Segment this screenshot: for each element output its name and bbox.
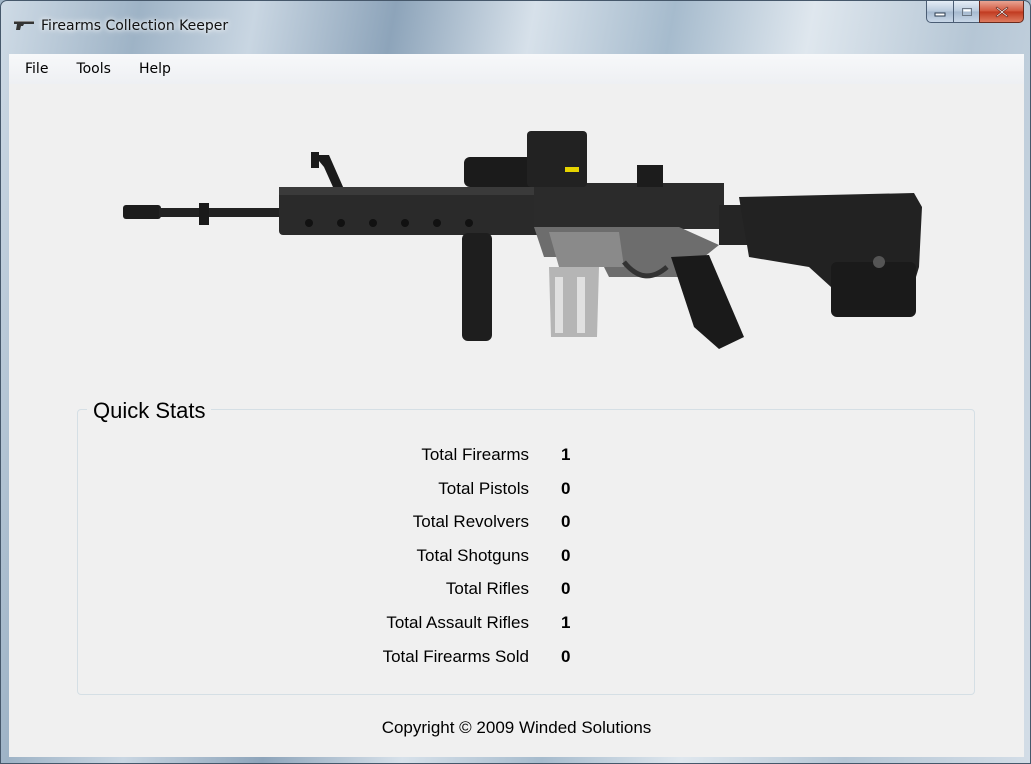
menu-bar: File Tools Help bbox=[9, 54, 1024, 84]
stat-label: Total Firearms Sold bbox=[382, 646, 529, 666]
stat-row-total-firearms: Total Firearms 1 bbox=[201, 442, 701, 476]
minimize-icon bbox=[934, 12, 946, 16]
stat-row-total-rifles: Total Rifles 0 bbox=[201, 576, 701, 610]
stat-value: 0 bbox=[561, 579, 571, 599]
stat-value: 0 bbox=[561, 478, 571, 498]
title-bar[interactable]: Firearms Collection Keeper bbox=[1, 1, 1030, 45]
menu-file[interactable]: File bbox=[17, 57, 58, 81]
close-button[interactable] bbox=[979, 1, 1024, 23]
stat-row-total-firearms-sold: Total Firearms Sold 0 bbox=[201, 644, 701, 678]
menu-help[interactable]: Help bbox=[129, 57, 181, 81]
assault-rifle-image bbox=[123, 131, 922, 349]
stat-label: Total Firearms bbox=[421, 445, 529, 464]
stat-label: Total Pistols bbox=[438, 478, 529, 498]
quick-stats-title: Quick Stats bbox=[87, 398, 212, 424]
stat-value: 1 bbox=[561, 445, 571, 464]
stat-row-total-pistols: Total Pistols 0 bbox=[201, 476, 701, 510]
maximize-icon bbox=[961, 7, 972, 16]
app-window: Firearms Collection Keeper File Tools He… bbox=[0, 0, 1031, 764]
stat-label: Total Rifles bbox=[445, 579, 529, 599]
close-icon bbox=[995, 6, 1008, 17]
stat-value: 0 bbox=[561, 646, 571, 666]
maximize-button[interactable] bbox=[953, 1, 979, 23]
pistol-icon bbox=[14, 21, 34, 30]
stat-value: 1 bbox=[561, 612, 571, 632]
copyright-text: Copyright © 2009 Winded Solutions bbox=[381, 718, 652, 737]
caption-buttons bbox=[926, 1, 1024, 23]
stat-label: Total Revolvers bbox=[412, 512, 529, 532]
stat-row-total-shotguns: Total Shotguns 0 bbox=[201, 543, 701, 577]
stat-label: Total Shotguns bbox=[416, 545, 529, 565]
menu-tools[interactable]: Tools bbox=[66, 57, 121, 81]
window-title: Firearms Collection Keeper bbox=[41, 18, 229, 34]
stat-value: 0 bbox=[561, 512, 571, 532]
stat-label: Total Assault Rifles bbox=[386, 612, 529, 632]
minimize-button[interactable] bbox=[926, 1, 953, 23]
stat-row-total-assault-rifles: Total Assault Rifles 1 bbox=[201, 610, 701, 644]
stat-value: 0 bbox=[561, 545, 571, 565]
quick-stats-list: Total Firearms 1 Total Pistols 0 Total R… bbox=[201, 442, 701, 677]
stat-row-total-revolvers: Total Revolvers 0 bbox=[201, 509, 701, 543]
